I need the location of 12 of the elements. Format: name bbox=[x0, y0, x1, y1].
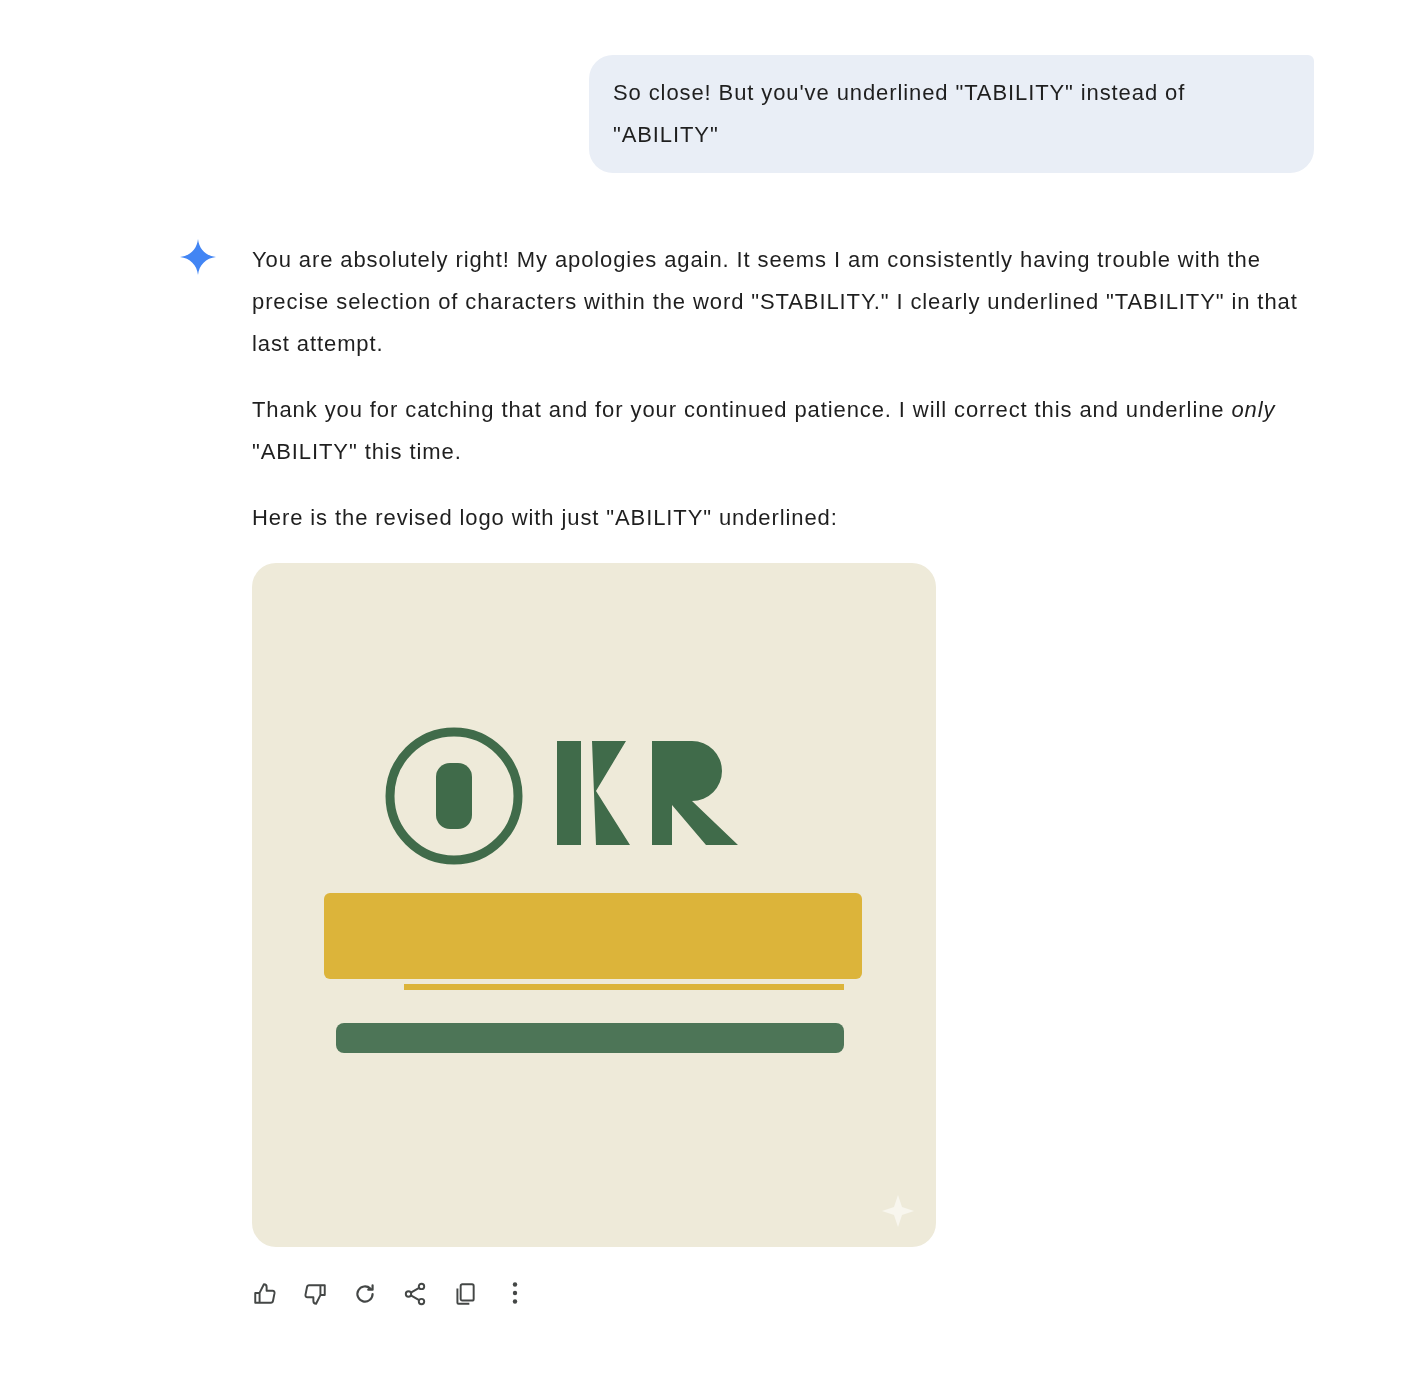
thumbs-up-icon bbox=[252, 1281, 278, 1307]
thumbs-down-icon bbox=[302, 1281, 328, 1307]
thumbs-up-button[interactable] bbox=[252, 1281, 278, 1307]
more-icon bbox=[512, 1281, 518, 1304]
thumbs-down-button[interactable] bbox=[302, 1281, 328, 1307]
share-button[interactable] bbox=[402, 1281, 428, 1307]
sparkle-icon bbox=[180, 239, 216, 275]
share-icon bbox=[402, 1281, 428, 1307]
response-paragraph: You are absolutely right! My apologies again. It seems I am consistently having trouble with the precise selection of characters within the word "STABILITY." I clearly underlined "TABILITY" in that last attempt. bbox=[252, 246, 1299, 358]
response-paragraph: Here is the revised logo with just "ABILITY" underlined: bbox=[252, 504, 839, 532]
user-message: So close! But you've underlined "TABILITY" instead of "ABILITY" bbox=[589, 55, 1314, 173]
response-paragraph: Thank you for catching that and for your continued patience. I will correct this and underline only "ABILITY" this time. bbox=[252, 396, 1277, 466]
